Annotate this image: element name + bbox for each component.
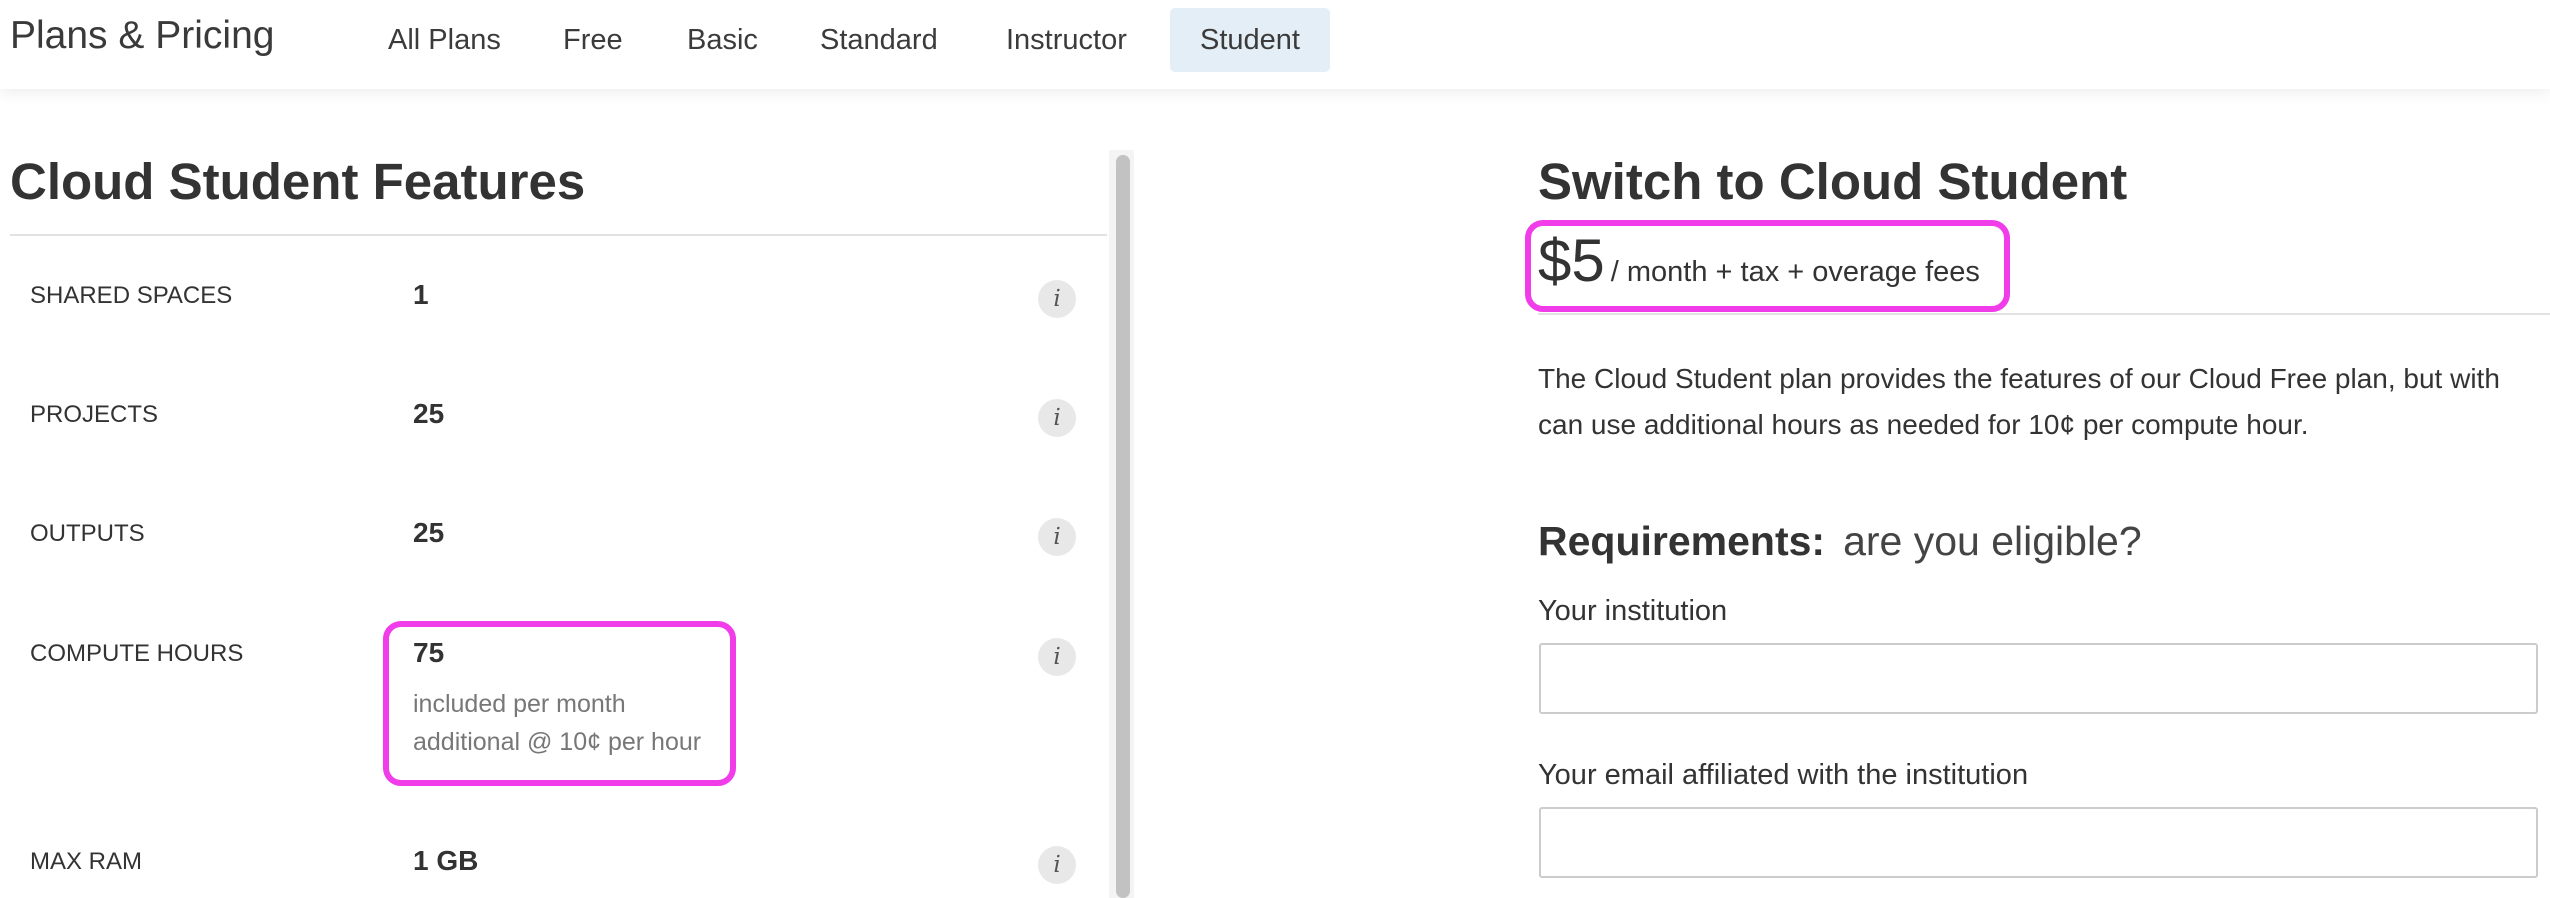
institution-label: Your institution xyxy=(1538,595,1728,627)
plan-description-line-2: can use additional hours as needed for 1… xyxy=(1538,409,2309,440)
tab-all-plans[interactable]: All Plans xyxy=(358,8,531,72)
plan-switch-title: Switch to Cloud Student xyxy=(1538,153,2128,210)
feature-value-max-ram: 1 GB xyxy=(413,845,479,876)
requirements-question: are you eligible? xyxy=(1843,518,2142,564)
info-icon[interactable]: i xyxy=(1038,638,1076,676)
tab-free[interactable]: Free xyxy=(533,8,653,72)
info-icon[interactable]: i xyxy=(1038,846,1076,884)
feature-value-projects: 25 xyxy=(413,398,445,429)
compute-hours-highlight xyxy=(383,621,736,786)
features-divider xyxy=(10,234,1107,236)
feature-label-shared-spaces: SHARED SPACES xyxy=(30,282,233,309)
scrollbar-thumb[interactable] xyxy=(1116,155,1130,898)
plan-description-line-1: The Cloud Student plan provides the feat… xyxy=(1538,363,2500,394)
info-icon[interactable]: i xyxy=(1038,518,1076,556)
tab-standard[interactable]: Standard xyxy=(790,8,968,72)
info-icon[interactable]: i xyxy=(1038,280,1076,318)
top-nav-bar: Plans & Pricing All Plans Free Basic Sta… xyxy=(0,0,2550,89)
feature-label-max-ram: MAX RAM xyxy=(30,848,143,875)
feature-value-shared-spaces: 1 xyxy=(413,279,429,310)
email-label: Your email affiliated with the instituti… xyxy=(1538,759,2029,791)
email-input[interactable] xyxy=(1539,807,2538,878)
feature-label-projects: PROJECTS xyxy=(30,401,159,428)
feature-label-outputs: OUTPUTS xyxy=(30,520,145,547)
tab-basic[interactable]: Basic xyxy=(657,8,788,72)
feature-label-compute-hours: COMPUTE HOURS xyxy=(30,640,244,667)
tab-instructor[interactable]: Instructor xyxy=(976,8,1157,72)
institution-input[interactable] xyxy=(1539,643,2538,714)
price-highlight xyxy=(1525,220,2010,312)
feature-value-outputs: 25 xyxy=(413,517,445,548)
features-title: Cloud Student Features xyxy=(10,153,586,210)
price-divider xyxy=(1538,313,2550,315)
info-icon[interactable]: i xyxy=(1038,399,1076,437)
plan-description: The Cloud Student plan provides the feat… xyxy=(1538,356,2500,448)
page-brand-title: Plans & Pricing xyxy=(10,14,275,57)
requirements-heading: Requirements: are you eligible? xyxy=(1538,518,2142,565)
requirements-label: Requirements: xyxy=(1538,518,1826,564)
tab-student[interactable]: Student xyxy=(1170,8,1330,72)
